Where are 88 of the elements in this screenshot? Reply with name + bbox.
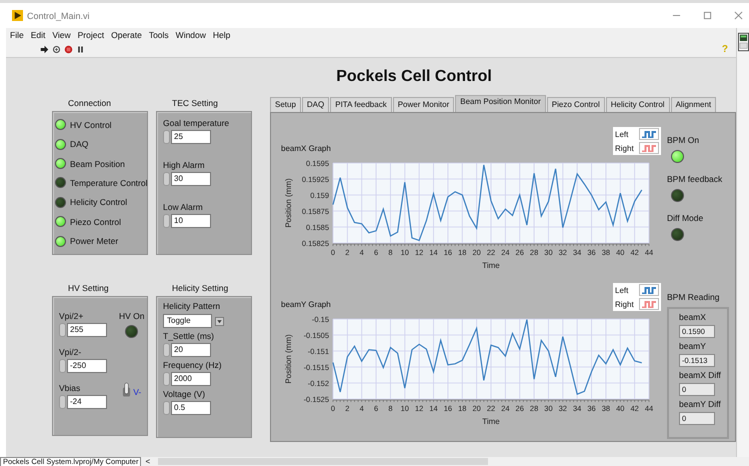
scroll-left-button[interactable]: < (145, 458, 150, 466)
spin-buttons[interactable] (163, 343, 170, 357)
spin-buttons[interactable] (59, 323, 66, 337)
field-label: beamX Diff (679, 370, 721, 380)
panel-title: Pockels Cell Control (335, 67, 493, 87)
indicator-label: BPM feedback (667, 174, 722, 184)
group-label: TEC Setting (171, 98, 219, 110)
tab[interactable]: Beam Position Monitor (455, 95, 546, 112)
switch-label: V- (133, 387, 142, 397)
tab[interactable]: Power Monitor (392, 97, 454, 112)
window-title: Control_Main.vi (27, 10, 90, 20)
legend-label: Left (615, 286, 630, 294)
spin-buttons[interactable] (59, 395, 66, 409)
spin-buttons[interactable] (163, 372, 170, 386)
led-label: DAQ (70, 139, 88, 150)
pause-icon[interactable] (76, 45, 85, 54)
menu-item[interactable]: View (52, 30, 71, 40)
field-label: Helicity Pattern (163, 301, 222, 311)
spin-buttons[interactable] (59, 359, 66, 373)
number-field[interactable]: 255 (67, 323, 107, 337)
number-field[interactable]: -250 (67, 359, 107, 373)
axis-title: Position (mm) (284, 178, 293, 228)
maximize-icon[interactable] (703, 11, 712, 20)
dropdown-arrow-icon[interactable] (215, 316, 224, 326)
number-field[interactable]: 0.5 (171, 401, 211, 415)
axis-title: Position (mm) (284, 334, 293, 384)
menu-item[interactable]: Help (212, 30, 230, 40)
number-field[interactable]: 25 (171, 130, 211, 144)
number-field[interactable]: 20 (171, 343, 211, 357)
led-label: Power Meter (70, 236, 118, 246)
close-icon[interactable] (734, 11, 743, 20)
tab[interactable]: PITA feedback (330, 97, 392, 112)
run-arrow-icon[interactable] (40, 45, 49, 54)
field-label: beamY Diff (679, 399, 721, 409)
led-label: HV Control (70, 120, 112, 130)
axis-title: Time (482, 417, 500, 426)
menu-item[interactable]: Window (176, 30, 206, 40)
abort-icon[interactable] (64, 45, 73, 54)
graph-title: beamX Graph (281, 144, 331, 155)
menu-item[interactable]: File (10, 30, 24, 40)
axis-title: Time (482, 261, 500, 270)
field-label: Low Alarm (163, 202, 204, 212)
run-continuously-icon[interactable] (52, 45, 61, 54)
indicator-label: Diff Mode (667, 213, 704, 223)
field-label: Frequency (Hz) (163, 360, 223, 370)
tab[interactable]: Setup (270, 97, 301, 112)
spin-buttons[interactable] (163, 401, 170, 415)
spin-buttons[interactable] (163, 130, 170, 144)
field-label: beamY (679, 341, 707, 351)
legend-label: Right (615, 300, 635, 308)
led-label: Temperature Control (70, 178, 148, 188)
indicator-label: BPM On (667, 135, 700, 145)
field-label: Voltage (V) (163, 389, 206, 399)
field-label: Vpi/2+ (59, 311, 84, 321)
group-label: BPM Reading (667, 292, 720, 302)
legend-label: Right (615, 144, 635, 152)
tab[interactable]: Alignment (670, 97, 716, 112)
led-label: Helicity Control (70, 197, 128, 208)
group-label: HV Setting (67, 283, 110, 295)
legend-label: Left (615, 130, 630, 138)
dropdown-field[interactable]: Toggle (163, 314, 212, 328)
indicator-label: HV On (119, 311, 145, 321)
menu-item[interactable]: Operate (111, 30, 142, 40)
led-label: Beam Position (70, 158, 125, 169)
menu-item[interactable]: Project (78, 30, 104, 40)
number-field[interactable]: 10 (171, 214, 211, 228)
menu-item[interactable]: Edit (30, 30, 46, 40)
number-field[interactable]: 2000 (171, 372, 211, 386)
field-label: beamX (679, 312, 707, 322)
app-icon (12, 10, 23, 21)
group-label: Connection (67, 98, 112, 110)
number-field[interactable]: -24 (67, 395, 107, 409)
spin-buttons[interactable] (163, 214, 170, 228)
scrollbar[interactable] (158, 458, 488, 465)
number-field[interactable]: 30 (171, 172, 211, 186)
tab[interactable]: DAQ (302, 97, 330, 112)
graph-title: beamY Graph (281, 300, 331, 311)
tab[interactable]: Helicity Control (606, 97, 670, 112)
field-label: High Alarm (163, 160, 206, 170)
led-label: Piezo Control (70, 216, 122, 227)
field-label: Vpi/2- (59, 347, 82, 357)
tab[interactable]: Piezo Control (546, 97, 605, 112)
group-label: Helicity Setting (171, 283, 230, 295)
field-label: T_Settle (ms) (163, 331, 216, 341)
menu-item[interactable]: Tools (148, 30, 169, 40)
field-label: Goal temperature (163, 118, 230, 128)
spin-buttons[interactable] (163, 172, 170, 186)
field-label: Vbias (59, 383, 82, 393)
